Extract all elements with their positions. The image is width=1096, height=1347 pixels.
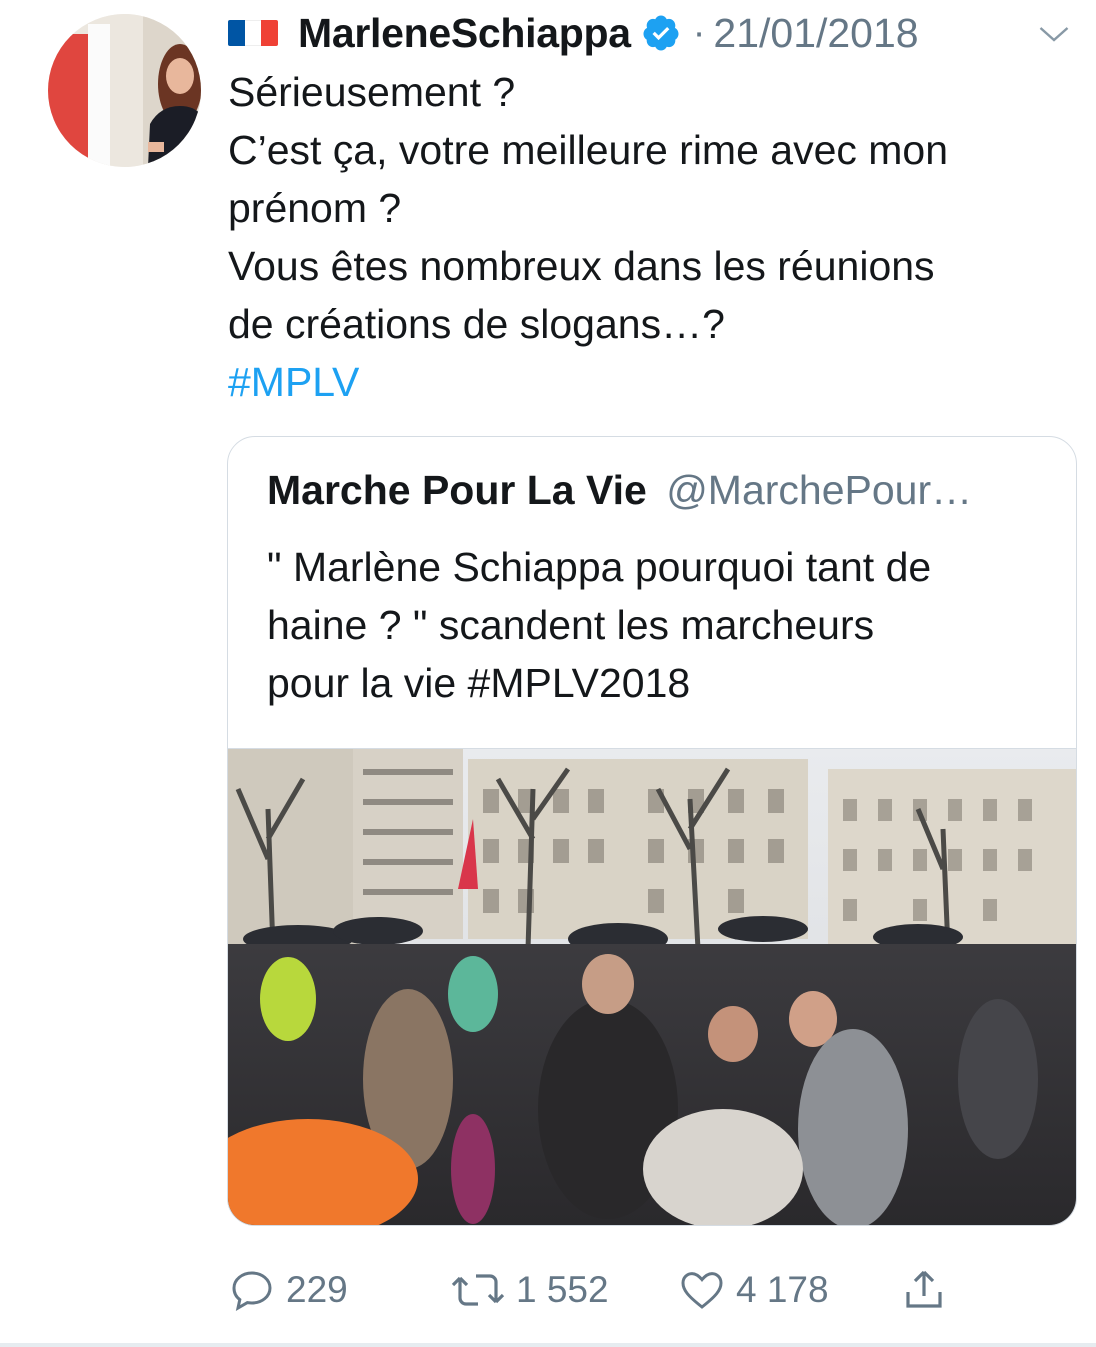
tweet-line: de créations de slogans…? bbox=[228, 301, 725, 347]
quoted-line: pour la vie #MPLV2018 bbox=[267, 660, 691, 706]
quoted-author-name: Marche Pour La Vie bbox=[267, 467, 647, 513]
retweet-icon bbox=[451, 1274, 505, 1306]
author-avatar[interactable] bbox=[48, 14, 201, 167]
reply-button[interactable]: 229 bbox=[228, 1262, 348, 1318]
tweet-actions: 229 1 552 4 178 bbox=[228, 1262, 968, 1318]
avatar-photo bbox=[48, 14, 201, 167]
chevron-down-icon[interactable] bbox=[1036, 16, 1072, 52]
quoted-photo[interactable] bbox=[228, 748, 1076, 1225]
like-button[interactable]: 4 178 bbox=[678, 1262, 829, 1318]
tweet-line: C’est ça, votre meilleure rime avec mon bbox=[228, 127, 949, 173]
verified-badge-icon bbox=[643, 15, 679, 51]
crowd-march-photo bbox=[228, 749, 1076, 1225]
like-count: 4 178 bbox=[736, 1269, 829, 1310]
reply-count: 229 bbox=[286, 1269, 348, 1310]
tweet-date[interactable]: 21/01/2018 bbox=[713, 10, 918, 57]
quoted-line: haine ? " scandent les marcheurs bbox=[267, 602, 875, 648]
hashtag-link[interactable]: #MPLV bbox=[228, 353, 1068, 411]
author-name[interactable]: MarleneSchiappa bbox=[298, 10, 631, 57]
share-button[interactable] bbox=[900, 1262, 958, 1318]
tweet-header: MarleneSchiappa · 21/01/2018 bbox=[228, 8, 1078, 58]
retweet-count: 1 552 bbox=[516, 1269, 609, 1310]
quoted-tweet[interactable]: Marche Pour La Vie @MarchePour… " Marlèn… bbox=[227, 436, 1077, 1226]
tweet-line: Vous êtes nombreux dans les réunions bbox=[228, 243, 935, 289]
retweet-button[interactable]: 1 552 bbox=[450, 1262, 609, 1318]
quoted-text: " Marlène Schiappa pourquoi tant de hain… bbox=[267, 538, 1057, 712]
french-flag-icon bbox=[228, 20, 278, 46]
share-icon bbox=[906, 1270, 942, 1308]
tweet-line: prénom ? bbox=[228, 185, 402, 231]
separator-dot: · bbox=[692, 11, 706, 54]
quoted-author-handle: @MarchePour… bbox=[666, 467, 973, 513]
heart-icon bbox=[681, 1272, 723, 1309]
reply-icon bbox=[232, 1271, 272, 1311]
quoted-header: Marche Pour La Vie @MarchePour… bbox=[267, 467, 1057, 514]
tweet-text: Sérieusement ? C’est ça, votre meilleure… bbox=[228, 63, 1068, 411]
tweet-line: Sérieusement ? bbox=[228, 69, 516, 115]
quoted-line: " Marlène Schiappa pourquoi tant de bbox=[267, 544, 932, 590]
divider bbox=[0, 1343, 1096, 1347]
